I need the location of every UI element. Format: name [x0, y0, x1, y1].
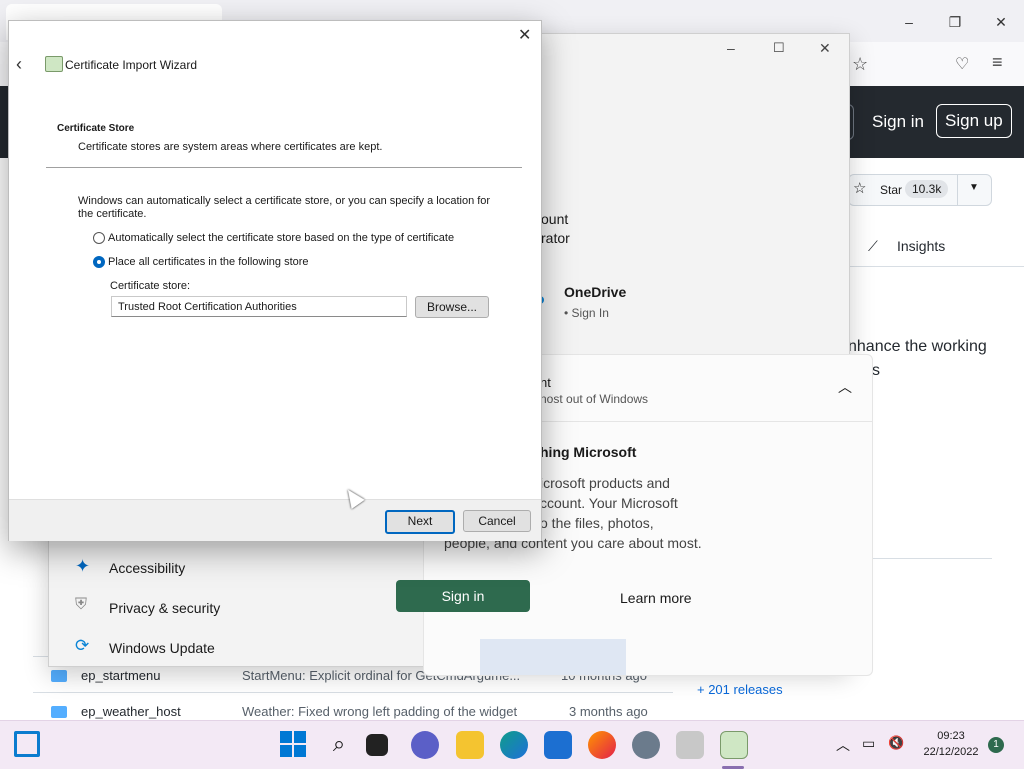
radio-place-in-store[interactable]: [93, 256, 105, 268]
star-label: Star: [880, 183, 903, 197]
next-button[interactable]: Next: [385, 510, 455, 534]
onedrive-title: OneDrive: [564, 284, 627, 300]
certificate-manager-icon[interactable]: [676, 731, 704, 759]
folder-icon: [51, 706, 67, 718]
settings-gear-icon[interactable]: [632, 731, 660, 759]
maximize-icon[interactable]: ☐: [773, 40, 785, 56]
divider: [848, 266, 1024, 267]
network-icon[interactable]: ▭: [862, 735, 875, 752]
certificate-import-wizard-dialog: ✕ ‹ Certificate Import Wizard Certificat…: [8, 20, 542, 541]
sign-in-link[interactable]: Sign in: [864, 106, 932, 138]
sidebar-item-label: Privacy & security: [109, 600, 221, 616]
radio-auto-select[interactable]: [93, 232, 105, 244]
back-arrow-icon[interactable]: ‹: [16, 54, 22, 75]
certificate-icon: [45, 56, 63, 72]
task-view-icon[interactable]: [366, 734, 388, 756]
sidebar-item-privacy[interactable]: ⛨ Privacy & security: [75, 596, 375, 632]
star-icon: ☆: [853, 180, 867, 197]
store-label: Certificate store:: [110, 280, 191, 292]
divider: [46, 167, 522, 168]
close-icon[interactable]: ✕: [989, 10, 1013, 34]
card-body: icrosoft products and: [540, 475, 670, 491]
certificate-wizard-icon[interactable]: [720, 731, 748, 759]
teams-chat-icon[interactable]: [411, 731, 439, 759]
file-name[interactable]: ep_weather_host: [81, 704, 181, 719]
learn-more-link[interactable]: Learn more: [620, 590, 692, 606]
illustration-image: [480, 639, 626, 675]
close-icon[interactable]: ✕: [819, 40, 831, 57]
chevron-down-icon[interactable]: ▼: [969, 182, 979, 193]
accessibility-icon: ✦: [75, 556, 91, 576]
section-description: Certificate stores are system areas wher…: [78, 141, 383, 153]
firefox-icon[interactable]: [588, 731, 616, 759]
intro-text: Windows can automatically select a certi…: [78, 195, 491, 207]
shield-icon: ⛨: [75, 596, 88, 613]
card-body: ccount. Your Microsoft: [540, 495, 678, 511]
browse-button[interactable]: Browse...: [415, 296, 489, 318]
file-explorer-icon[interactable]: [456, 731, 484, 759]
menu-icon[interactable]: ≡: [992, 52, 1003, 73]
folder-icon: [51, 670, 67, 682]
radio-auto-select-label[interactable]: Automatically select the certificate sto…: [108, 232, 454, 244]
card-subtitle: nost out of Windows: [540, 392, 649, 406]
account-text: ount: [541, 211, 569, 227]
onedrive-status[interactable]: Sign In: [572, 306, 609, 320]
star-bookmark-icon[interactable]: ☆: [852, 54, 868, 75]
divider: [957, 175, 958, 205]
commit-age: 3 months ago: [569, 704, 648, 719]
notification-badge[interactable]: 1: [988, 737, 1004, 753]
radio-place-in-store-label[interactable]: Place all certificates in the following …: [108, 256, 309, 268]
volume-muted-icon[interactable]: 🔇: [888, 735, 904, 751]
clock-time[interactable]: 09:23: [920, 730, 982, 742]
store-icon[interactable]: [544, 731, 572, 759]
tab-insights[interactable]: Insights: [897, 238, 945, 254]
widgets-icon[interactable]: [14, 731, 40, 757]
close-icon[interactable]: ✕: [518, 25, 531, 45]
sidebar-item-label: Accessibility: [109, 560, 186, 576]
account-text: rator: [541, 230, 570, 246]
dialog-title: Certificate Import Wizard: [65, 58, 198, 72]
cancel-button[interactable]: Cancel: [463, 510, 531, 532]
releases-link[interactable]: + 201 releases: [697, 682, 783, 697]
minimize-icon[interactable]: –: [727, 40, 735, 56]
card-heading: hing Microsoft: [540, 444, 637, 460]
section-title: Certificate Store: [57, 123, 135, 134]
table-row[interactable]: ep_weather_host Weather: Fixed wrong lef…: [33, 692, 673, 721]
star-count: 10.3k: [905, 180, 949, 198]
search-icon[interactable]: ⌕: [325, 731, 353, 759]
sidebar-item-windows-update[interactable]: ⟳ Windows Update: [75, 636, 375, 672]
insights-icon: ⟋: [868, 238, 878, 254]
sign-up-button[interactable]: Sign up: [936, 104, 1012, 138]
clock-date[interactable]: 22/12/2022: [920, 746, 982, 758]
dialog-footer: Next Cancel: [9, 499, 541, 541]
chevron-up-icon[interactable]: ︿: [836, 735, 850, 755]
certificate-store-field[interactable]: Trusted Root Certification Authorities: [111, 296, 407, 317]
sign-in-button[interactable]: Sign in: [396, 580, 530, 612]
card-body: o the files, photos,: [540, 515, 654, 531]
star-button[interactable]: ☆ Star 10.3k ▼: [848, 174, 992, 206]
pocket-icon[interactable]: ♡: [955, 54, 969, 74]
edge-icon[interactable]: [500, 731, 528, 759]
restore-icon[interactable]: ❐: [943, 10, 967, 34]
minimize-icon[interactable]: –: [897, 10, 921, 34]
start-icon[interactable]: [280, 731, 306, 757]
sidebar-item-label: Windows Update: [109, 640, 215, 656]
chevron-up-icon[interactable]: ︿: [838, 377, 852, 397]
intro-text: the certificate.: [78, 208, 147, 220]
taskbar: ⌕ ︿ ▭ 🔇 09:23 22/12/2022 1: [0, 720, 1024, 769]
update-icon: ⟳: [75, 636, 90, 655]
sidebar-item-accessibility[interactable]: ✦ Accessibility: [75, 556, 375, 592]
commit-message[interactable]: Weather: Fixed wrong left padding of the…: [242, 704, 517, 719]
